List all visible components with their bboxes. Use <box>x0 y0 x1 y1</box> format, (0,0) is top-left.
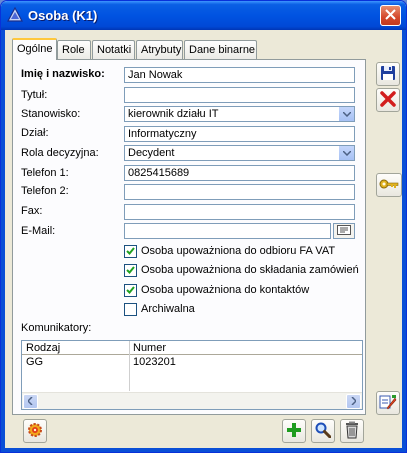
communicators-label: Komunikatory: <box>21 322 92 334</box>
title-label: Tytuł: <box>21 89 48 101</box>
table-header: Rodzaj Numer <box>22 341 362 355</box>
name-field[interactable]: Jan Nowak <box>124 67 355 83</box>
envelope-icon <box>337 224 351 238</box>
phone2-label: Telefon 2: <box>21 185 69 197</box>
checkbox-label: Osoba upoważniona do składania zamówień <box>141 264 359 276</box>
cell-number: 1023201 <box>133 356 176 368</box>
window-border-bottom <box>1 448 406 452</box>
phone1-value: 0825415689 <box>128 167 190 179</box>
close-button[interactable] <box>380 5 401 26</box>
save-button[interactable] <box>376 62 400 86</box>
phone1-field[interactable]: 0825415689 <box>124 165 355 181</box>
checkbox-label: Osoba upoważniona do odbioru FA VAT <box>141 245 336 257</box>
decision-role-dropdown-button[interactable] <box>338 146 354 160</box>
cancel-icon <box>380 90 396 110</box>
tab-notes[interactable]: Notatki <box>92 40 135 59</box>
horizontal-scrollbar[interactable] <box>22 392 362 409</box>
department-field[interactable]: Informatyczny <box>124 126 355 142</box>
edit-button[interactable] <box>376 391 400 415</box>
chevron-down-icon <box>341 147 352 159</box>
decision-role-label: Rola decyzyjna: <box>21 147 99 159</box>
gear-icon <box>26 421 44 442</box>
tab-binary-data[interactable]: Dane binarne <box>184 40 257 59</box>
email-send-button[interactable] <box>333 223 355 239</box>
checkbox-box[interactable] <box>124 263 137 277</box>
email-label: E-Mail: <box>21 225 56 237</box>
column-header-number[interactable]: Numer <box>133 342 166 354</box>
window-border-left <box>1 30 5 452</box>
checkbox-box[interactable] <box>124 302 137 316</box>
fax-label: Fax: <box>21 205 43 217</box>
tab-label: Notatki <box>97 44 132 56</box>
checkbox-invoice-receipt[interactable]: Osoba upoważniona do odbioru FA VAT <box>124 244 335 258</box>
name-label: Imię i nazwisko: <box>21 68 105 80</box>
window-title: Osoba (K1) <box>28 8 98 23</box>
keys-icon <box>379 177 399 194</box>
access-keys-button[interactable] <box>376 173 402 197</box>
scroll-right-button[interactable] <box>346 394 361 409</box>
email-field[interactable] <box>124 223 331 239</box>
position-select[interactable]: kierownik działu IT <box>124 106 355 122</box>
trash-icon <box>344 421 360 442</box>
checkbox-archived[interactable]: Archiwalna <box>124 302 195 316</box>
checkbox-contacts[interactable]: Osoba upoważniona do kontaktów <box>124 283 309 297</box>
close-icon <box>385 8 396 23</box>
delete-button[interactable] <box>340 419 364 443</box>
checkbox-box[interactable] <box>124 283 137 297</box>
chevron-down-icon <box>341 108 352 120</box>
tab-general[interactable]: Ogólne <box>12 38 57 60</box>
scroll-left-button[interactable] <box>23 394 38 409</box>
fax-field[interactable] <box>124 204 355 220</box>
position-label: Stanowisko: <box>21 108 81 120</box>
checkbox-place-orders[interactable]: Osoba upoważniona do składania zamówień <box>124 263 359 277</box>
decision-role-select[interactable]: Decydent <box>124 145 355 161</box>
tab-attributes[interactable]: Atrybuty <box>136 40 183 59</box>
checkbox-label: Archiwalna <box>141 303 195 315</box>
person-window: Osoba (K1) Ogólne Role Notatki Atrybuty … <box>0 0 407 453</box>
tab-roles[interactable]: Role <box>57 40 91 59</box>
department-label: Dział: <box>21 127 49 139</box>
triangle-icon <box>6 6 24 23</box>
chevron-right-icon <box>351 395 358 408</box>
cancel-button[interactable] <box>376 88 400 112</box>
tab-label: Role <box>62 44 85 56</box>
edit-icon <box>379 393 397 414</box>
checkbox-box[interactable] <box>124 244 137 258</box>
column-header-type[interactable]: Rodzaj <box>26 342 60 354</box>
tab-label: Ogólne <box>17 43 53 55</box>
position-value: kierownik działu IT <box>128 108 219 120</box>
window-border-right <box>402 30 406 452</box>
save-icon <box>380 65 396 84</box>
tab-label: Atrybuty <box>141 44 182 56</box>
communicators-table: Rodzaj Numer GG 1023201 <box>21 340 363 410</box>
decision-role-value: Decydent <box>128 147 175 159</box>
settings-button[interactable] <box>23 419 47 443</box>
add-button[interactable] <box>282 419 306 443</box>
table-row[interactable]: GG 1023201 <box>22 355 362 369</box>
cell-type: GG <box>26 356 44 368</box>
search-button[interactable] <box>311 419 335 443</box>
department-value: Informatyczny <box>128 128 197 140</box>
chevron-left-icon <box>26 395 33 408</box>
name-value: Jan Nowak <box>128 69 183 81</box>
magnifier-icon <box>315 422 332 441</box>
position-dropdown-button[interactable] <box>338 107 354 121</box>
phone1-label: Telefon 1: <box>21 167 69 179</box>
title-bar[interactable]: Osoba (K1) <box>1 1 406 30</box>
title-field[interactable] <box>124 87 355 103</box>
plus-icon <box>286 422 302 441</box>
checkbox-label: Osoba upoważniona do kontaktów <box>141 284 310 296</box>
tab-label: Dane binarne <box>189 44 256 56</box>
phone2-field[interactable] <box>124 184 355 200</box>
